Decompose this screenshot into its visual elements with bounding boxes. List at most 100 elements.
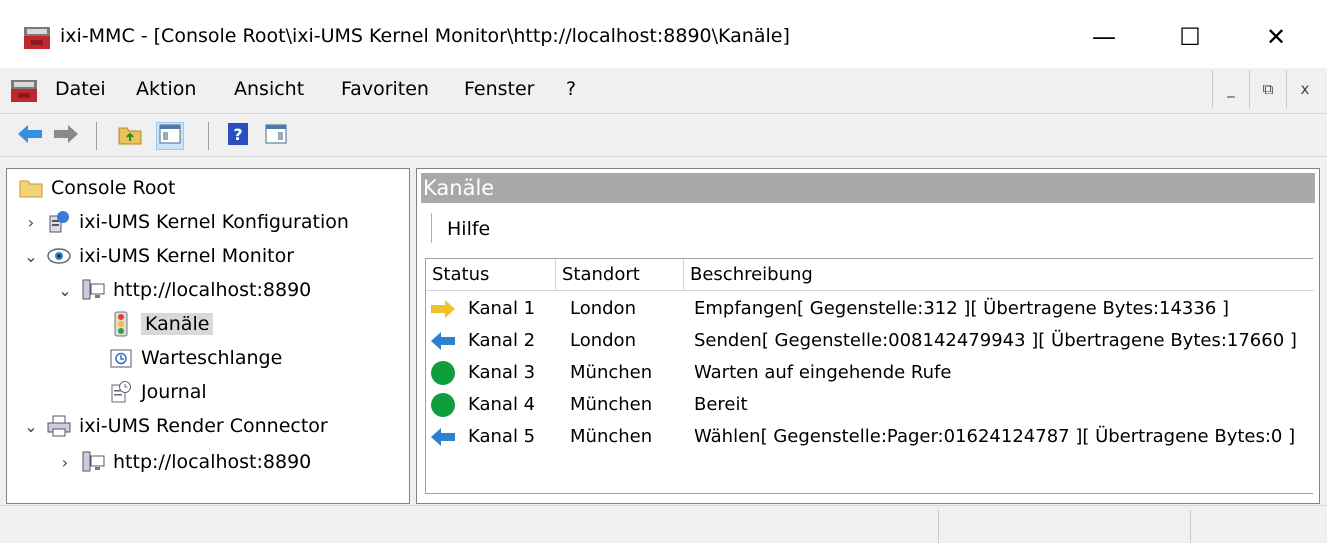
chevron-down-icon[interactable]: ⌄	[21, 247, 41, 266]
mmc-app-icon	[23, 25, 51, 51]
tree-item-label: ixi-UMS Kernel Monitor	[79, 245, 295, 267]
tree-item-label: ixi-UMS Render Connector	[79, 415, 328, 437]
result-pane: Kanäle Hilfe Status Standort Beschreibun…	[416, 168, 1320, 504]
chevron-down-icon[interactable]: ⌄	[21, 417, 41, 436]
menu-datei[interactable]: Datei	[55, 78, 106, 100]
forward-arrow-icon	[53, 124, 79, 149]
toolbar-separator	[96, 122, 97, 150]
title-bar: ixi-MMC - [Console Root\ixi-UMS Kernel M…	[0, 0, 1327, 68]
tree-item-label: ixi-UMS Kernel Konfiguration	[79, 211, 349, 233]
chevron-right-icon[interactable]: ›	[21, 213, 41, 232]
description-cell: Wählen[ Gegenstelle:Pager:01624124787 ][…	[694, 426, 1296, 447]
location-cell: London	[570, 298, 636, 319]
help-link[interactable]: Hilfe	[447, 218, 490, 240]
arrow-right-yellow-icon	[430, 297, 456, 321]
location-cell: London	[570, 330, 636, 351]
close-icon: ✕	[1265, 23, 1287, 51]
tree-item-label: Console Root	[51, 177, 176, 199]
description-cell: Empfangen[ Gegenstelle:312 ][ Übertragen…	[694, 298, 1230, 319]
description-cell: Warten auf eingehende Rufe	[694, 362, 952, 383]
column-header-standort[interactable]: Standort	[556, 259, 684, 291]
chevron-down-icon[interactable]: ⌄	[55, 281, 75, 300]
tree-item-kernel-konfiguration[interactable]: › ixi-UMS Kernel Konfiguration	[21, 207, 349, 237]
location-cell: München	[570, 362, 653, 383]
status-cell: Kanal 2	[468, 330, 536, 351]
mmc-system-menu-icon[interactable]	[10, 78, 38, 104]
forward-button[interactable]	[52, 122, 80, 150]
maximize-icon: ☐	[1179, 23, 1201, 51]
taskpad-bar: Hilfe	[421, 205, 1315, 253]
child-restore-icon: ⧉	[1262, 80, 1274, 98]
taskpad-separator	[431, 213, 432, 243]
status-bar-divider	[938, 510, 939, 543]
menu-fenster[interactable]: Fenster	[464, 78, 534, 100]
status-bar	[0, 505, 1327, 543]
maximize-button[interactable]: ☐	[1160, 14, 1220, 60]
help-button[interactable]: ?	[224, 122, 252, 150]
close-button[interactable]: ✕	[1246, 14, 1306, 60]
channel-list: Status Standort Beschreibung Kanal 1 Lon…	[425, 258, 1314, 494]
tree-item-warteschlange[interactable]: Warteschlange	[103, 343, 282, 373]
tree-item-label: http://localhost:8890	[113, 279, 312, 301]
up-one-level-button[interactable]	[116, 122, 144, 150]
tree-item-journal[interactable]: Journal	[103, 377, 207, 407]
location-cell: München	[570, 394, 653, 415]
location-cell: München	[570, 426, 653, 447]
status-cell: Kanal 3	[468, 362, 536, 383]
column-header-status[interactable]: Status	[426, 259, 556, 291]
status-bar-divider	[1190, 510, 1191, 543]
column-header-beschreibung[interactable]: Beschreibung	[684, 259, 1314, 291]
toolbar: ?	[0, 113, 1327, 157]
tree-item-kernel-monitor[interactable]: ⌄ ixi-UMS Kernel Monitor	[21, 241, 294, 271]
child-minimize-button[interactable]: _	[1212, 70, 1249, 108]
traffic-light-icon	[109, 311, 133, 337]
config-icon	[47, 210, 71, 234]
tree-item-kanaele[interactable]: Kanäle	[103, 309, 214, 339]
list-header: Status Standort Beschreibung	[426, 259, 1314, 291]
green-circle-icon	[430, 393, 456, 417]
table-row[interactable]: Kanal 3 München Warten auf eingehende Ru…	[426, 357, 1314, 389]
table-row[interactable]: Kanal 2 London Senden[ Gegenstelle:00814…	[426, 325, 1314, 357]
tree-item-label: http://localhost:8890	[113, 451, 312, 473]
menu-bar: Datei Aktion Ansicht Favoriten Fenster ?	[0, 68, 1327, 112]
minimize-icon: —	[1092, 23, 1116, 51]
menu-ansicht[interactable]: Ansicht	[234, 78, 304, 100]
minimize-button[interactable]: —	[1074, 14, 1134, 60]
svg-text:?: ?	[233, 125, 242, 144]
help-icon: ?	[227, 122, 249, 151]
table-row[interactable]: Kanal 5 München Wählen[ Gegenstelle:Page…	[426, 421, 1314, 453]
menu-aktion[interactable]: Aktion	[136, 78, 196, 100]
arrow-left-blue-icon	[430, 329, 456, 353]
description-cell: Senden[ Gegenstelle:008142479943 ][ Über…	[694, 330, 1297, 351]
status-cell: Kanal 4	[468, 394, 536, 415]
journal-icon	[109, 380, 133, 404]
queue-icon	[109, 346, 133, 370]
chevron-right-icon[interactable]: ›	[55, 453, 75, 472]
child-close-button[interactable]: x	[1286, 70, 1323, 108]
status-cell: Kanal 5	[468, 426, 536, 447]
menu-favoriten[interactable]: Favoriten	[341, 78, 429, 100]
back-arrow-icon	[17, 124, 43, 149]
tree-item-render-connector[interactable]: ⌄ ixi-UMS Render Connector	[21, 411, 328, 441]
child-restore-button[interactable]: ⧉	[1249, 70, 1286, 108]
back-button[interactable]	[16, 122, 44, 150]
tree-item-console-root[interactable]: Console Root	[19, 173, 176, 203]
tree-item-localhost-monitor[interactable]: ⌄ http://localhost:8890	[55, 275, 311, 305]
eye-icon	[47, 244, 71, 268]
tree-item-localhost-render[interactable]: › http://localhost:8890	[55, 447, 311, 477]
window-title: ixi-MMC - [Console Root\ixi-UMS Kernel M…	[60, 25, 790, 47]
table-row[interactable]: Kanal 4 München Bereit	[426, 389, 1314, 421]
show-hide-tree-icon	[159, 124, 181, 149]
server-icon	[81, 278, 105, 302]
table-row[interactable]: Kanal 1 London Empfangen[ Gegenstelle:31…	[426, 293, 1314, 325]
show-action-pane-button[interactable]	[262, 122, 290, 150]
show-hide-console-tree-button[interactable]	[156, 122, 184, 150]
folder-icon	[19, 176, 43, 200]
child-close-icon: x	[1300, 80, 1310, 98]
menu-help[interactable]: ?	[566, 78, 576, 100]
description-cell: Bereit	[694, 394, 748, 415]
show-action-pane-icon	[265, 124, 287, 149]
arrow-left-blue-icon	[430, 425, 456, 449]
printer-icon	[47, 414, 71, 438]
child-minimize-icon: _	[1227, 80, 1235, 98]
